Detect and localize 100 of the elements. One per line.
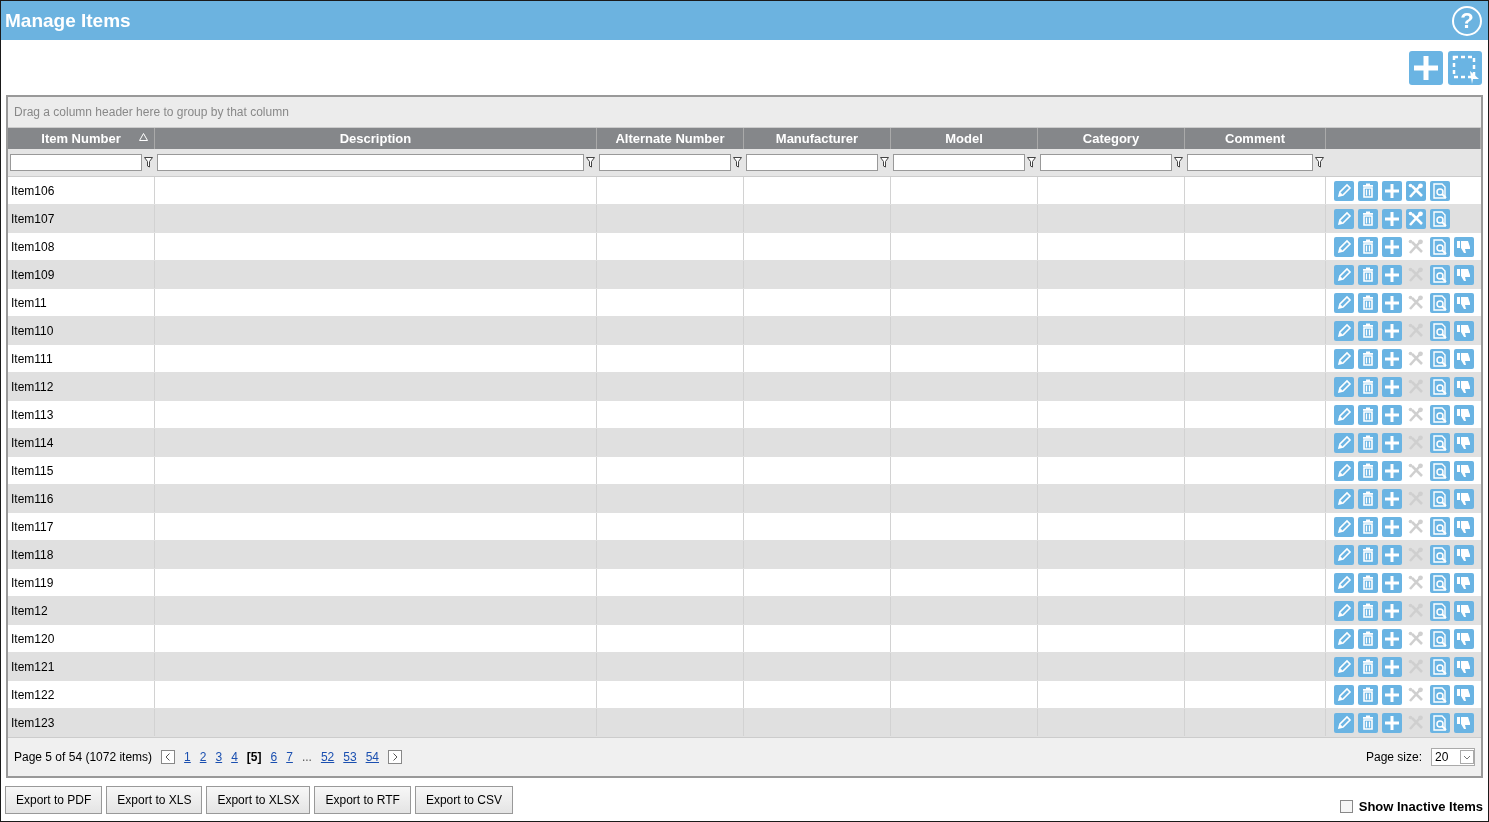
filter-field[interactable]	[10, 154, 142, 171]
filter-field[interactable]	[893, 154, 1025, 171]
document-search-icon[interactable]	[1430, 488, 1450, 509]
document-search-icon[interactable]	[1430, 712, 1450, 733]
add-icon[interactable]	[1382, 432, 1402, 453]
export-button[interactable]: Export to XLSX	[206, 786, 311, 814]
thumbs-down-icon[interactable]	[1454, 572, 1474, 593]
add-icon[interactable]	[1382, 208, 1402, 229]
trash-icon[interactable]	[1358, 208, 1378, 229]
thumbs-down-icon[interactable]	[1454, 348, 1474, 369]
document-search-icon[interactable]	[1430, 572, 1450, 593]
thumbs-down-icon[interactable]	[1454, 684, 1474, 705]
filter-icon[interactable]	[144, 157, 153, 168]
thumbs-down-icon[interactable]	[1454, 236, 1474, 257]
tools-icon[interactable]	[1406, 208, 1426, 229]
document-search-icon[interactable]	[1430, 628, 1450, 649]
add-icon[interactable]	[1382, 572, 1402, 593]
page-link[interactable]: 1	[184, 750, 191, 764]
thumbs-down-icon[interactable]	[1454, 292, 1474, 313]
thumbs-down-icon[interactable]	[1454, 516, 1474, 537]
page-link[interactable]: 6	[270, 750, 278, 764]
trash-icon[interactable]	[1358, 432, 1378, 453]
edit-icon[interactable]	[1334, 432, 1354, 453]
edit-icon[interactable]	[1334, 628, 1354, 649]
thumbs-down-icon[interactable]	[1454, 628, 1474, 649]
export-button[interactable]: Export to PDF	[5, 786, 103, 814]
export-button[interactable]: Export to CSV	[414, 786, 513, 814]
thumbs-down-icon[interactable]	[1454, 600, 1474, 621]
document-search-icon[interactable]	[1430, 404, 1450, 425]
document-search-icon[interactable]	[1430, 264, 1450, 285]
trash-icon[interactable]	[1358, 712, 1378, 733]
document-search-icon[interactable]	[1430, 376, 1450, 397]
edit-icon[interactable]	[1334, 684, 1354, 705]
trash-icon[interactable]	[1358, 516, 1378, 537]
add-icon[interactable]	[1382, 236, 1402, 257]
edit-icon[interactable]	[1334, 712, 1354, 733]
page-link[interactable]: 2	[199, 750, 207, 764]
thumbs-down-icon[interactable]	[1454, 656, 1474, 677]
edit-icon[interactable]	[1334, 236, 1354, 257]
document-search-icon[interactable]	[1430, 320, 1450, 341]
add-icon[interactable]	[1382, 516, 1402, 537]
export-button[interactable]: Export to RTF	[314, 786, 411, 814]
trash-icon[interactable]	[1358, 656, 1378, 677]
document-search-icon[interactable]	[1430, 460, 1450, 481]
trash-icon[interactable]	[1358, 236, 1378, 257]
edit-icon[interactable]	[1334, 404, 1354, 425]
add-icon[interactable]	[1382, 264, 1402, 285]
trash-icon[interactable]	[1358, 264, 1378, 285]
edit-icon[interactable]	[1334, 572, 1354, 593]
thumbs-down-icon[interactable]	[1454, 264, 1474, 285]
page-link[interactable]: 7	[286, 750, 293, 764]
add-icon[interactable]	[1382, 656, 1402, 677]
edit-icon[interactable]	[1334, 208, 1354, 229]
document-search-icon[interactable]	[1430, 516, 1450, 537]
filter-icon[interactable]	[733, 157, 742, 168]
document-search-icon[interactable]	[1430, 292, 1450, 313]
previous-page-icon[interactable]	[161, 750, 176, 764]
document-search-icon[interactable]	[1430, 600, 1450, 621]
add-icon[interactable]	[1382, 488, 1402, 509]
trash-icon[interactable]	[1358, 292, 1378, 313]
add-icon[interactable]	[1382, 460, 1402, 481]
add-icon[interactable]	[1382, 348, 1402, 369]
thumbs-down-icon[interactable]	[1454, 544, 1474, 565]
trash-icon[interactable]	[1358, 180, 1378, 201]
filter-field[interactable]	[1040, 154, 1172, 171]
edit-icon[interactable]	[1334, 376, 1354, 397]
document-search-icon[interactable]	[1430, 208, 1450, 229]
document-search-icon[interactable]	[1430, 544, 1450, 565]
thumbs-down-icon[interactable]	[1454, 712, 1474, 733]
add-icon[interactable]	[1382, 292, 1402, 313]
export-button[interactable]: Export to XLS	[106, 786, 203, 814]
page-link[interactable]: 3	[215, 750, 223, 764]
edit-icon[interactable]	[1334, 292, 1354, 313]
edit-icon[interactable]	[1334, 180, 1354, 201]
document-search-icon[interactable]	[1430, 236, 1450, 257]
document-search-icon[interactable]	[1430, 180, 1450, 201]
tools-icon[interactable]	[1406, 180, 1426, 201]
trash-icon[interactable]	[1358, 348, 1378, 369]
document-search-icon[interactable]	[1430, 684, 1450, 705]
edit-icon[interactable]	[1334, 264, 1354, 285]
trash-icon[interactable]	[1358, 628, 1378, 649]
filter-icon[interactable]	[1315, 157, 1324, 168]
add-icon[interactable]	[1409, 50, 1443, 85]
add-icon[interactable]	[1382, 628, 1402, 649]
add-icon[interactable]	[1382, 684, 1402, 705]
page-size-dropdown[interactable]: 20	[1431, 748, 1475, 766]
add-icon[interactable]	[1382, 600, 1402, 621]
edit-icon[interactable]	[1334, 656, 1354, 677]
thumbs-down-icon[interactable]	[1454, 488, 1474, 509]
filter-icon[interactable]	[880, 157, 889, 168]
edit-icon[interactable]	[1334, 348, 1354, 369]
edit-icon[interactable]	[1334, 600, 1354, 621]
filter-field[interactable]	[157, 154, 584, 171]
filter-icon[interactable]	[1174, 157, 1183, 168]
add-icon[interactable]	[1382, 180, 1402, 201]
document-search-icon[interactable]	[1430, 348, 1450, 369]
trash-icon[interactable]	[1358, 404, 1378, 425]
edit-icon[interactable]	[1334, 460, 1354, 481]
next-page-icon[interactable]	[388, 750, 402, 764]
add-icon[interactable]	[1382, 376, 1402, 397]
